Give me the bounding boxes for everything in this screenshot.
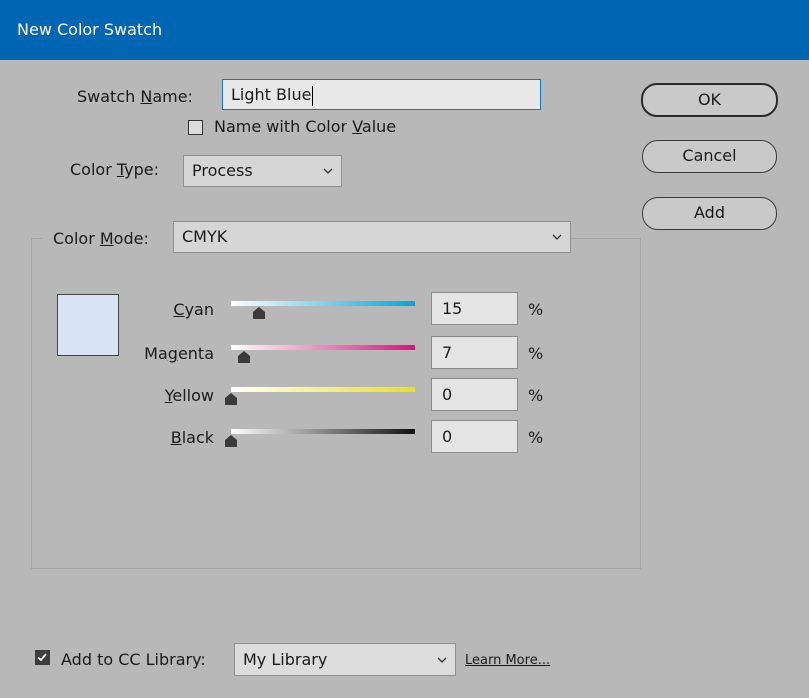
add-to-cc-library-label[interactable]: Add to CC Library: xyxy=(61,650,206,669)
channel-value-input[interactable]: 15 xyxy=(431,292,518,325)
channel-slider-track[interactable] xyxy=(231,429,415,434)
channel-value-input[interactable]: 0 xyxy=(431,420,518,453)
channel-value-input[interactable]: 0 xyxy=(431,378,518,411)
channel-label: Cyan xyxy=(173,300,214,319)
slider-thumb-icon[interactable] xyxy=(225,393,237,405)
cancel-button[interactable]: Cancel xyxy=(642,140,777,173)
learn-more-link[interactable]: Learn More... xyxy=(465,653,550,668)
color-type-label: Color Type: xyxy=(70,160,159,179)
title-bar[interactable]: New Color Swatch xyxy=(0,0,809,60)
swatch-name-input[interactable]: Light Blue xyxy=(222,79,541,110)
chevron-down-icon xyxy=(437,657,447,663)
channel-label: Magenta xyxy=(144,344,214,363)
percent-unit: % xyxy=(528,428,544,447)
percent-unit: % xyxy=(528,344,544,363)
channel-label: Yellow xyxy=(164,386,214,405)
ok-button[interactable]: OK xyxy=(641,83,778,117)
color-mode-select[interactable]: CMYK xyxy=(173,221,571,253)
add-to-cc-library-checkbox[interactable] xyxy=(35,650,50,665)
percent-unit: % xyxy=(528,386,544,405)
channel-label: Black xyxy=(170,428,214,447)
slider-thumb-icon[interactable] xyxy=(252,307,265,319)
window-title: New Color Swatch xyxy=(17,20,163,39)
new-color-swatch-dialog: New Color Swatch Swatch Name: Light Blue… xyxy=(0,0,809,698)
color-type-select[interactable]: Process xyxy=(183,155,342,187)
swatch-name-label: Swatch Name: xyxy=(77,87,193,106)
add-button[interactable]: Add xyxy=(642,197,777,230)
channel-slider-track[interactable] xyxy=(231,345,415,350)
percent-unit: % xyxy=(528,300,544,319)
checkmark-icon xyxy=(37,653,47,662)
chevron-down-icon xyxy=(323,168,333,174)
name-with-color-value-checkbox[interactable] xyxy=(188,120,203,135)
slider-thumb-icon[interactable] xyxy=(225,435,237,447)
color-preview-swatch xyxy=(57,294,119,356)
chevron-down-icon xyxy=(552,234,562,240)
channel-slider-track[interactable] xyxy=(231,301,415,306)
color-mode-group xyxy=(31,238,641,569)
channel-value-input[interactable]: 7 xyxy=(431,336,518,369)
text-caret xyxy=(312,85,314,106)
name-with-color-value-label[interactable]: Name with Color Value xyxy=(214,117,396,136)
slider-thumb-icon[interactable] xyxy=(237,351,250,363)
cc-library-select[interactable]: My Library xyxy=(234,643,456,676)
channel-slider-track[interactable] xyxy=(231,387,415,392)
color-mode-label: Color Mode: xyxy=(53,229,149,248)
